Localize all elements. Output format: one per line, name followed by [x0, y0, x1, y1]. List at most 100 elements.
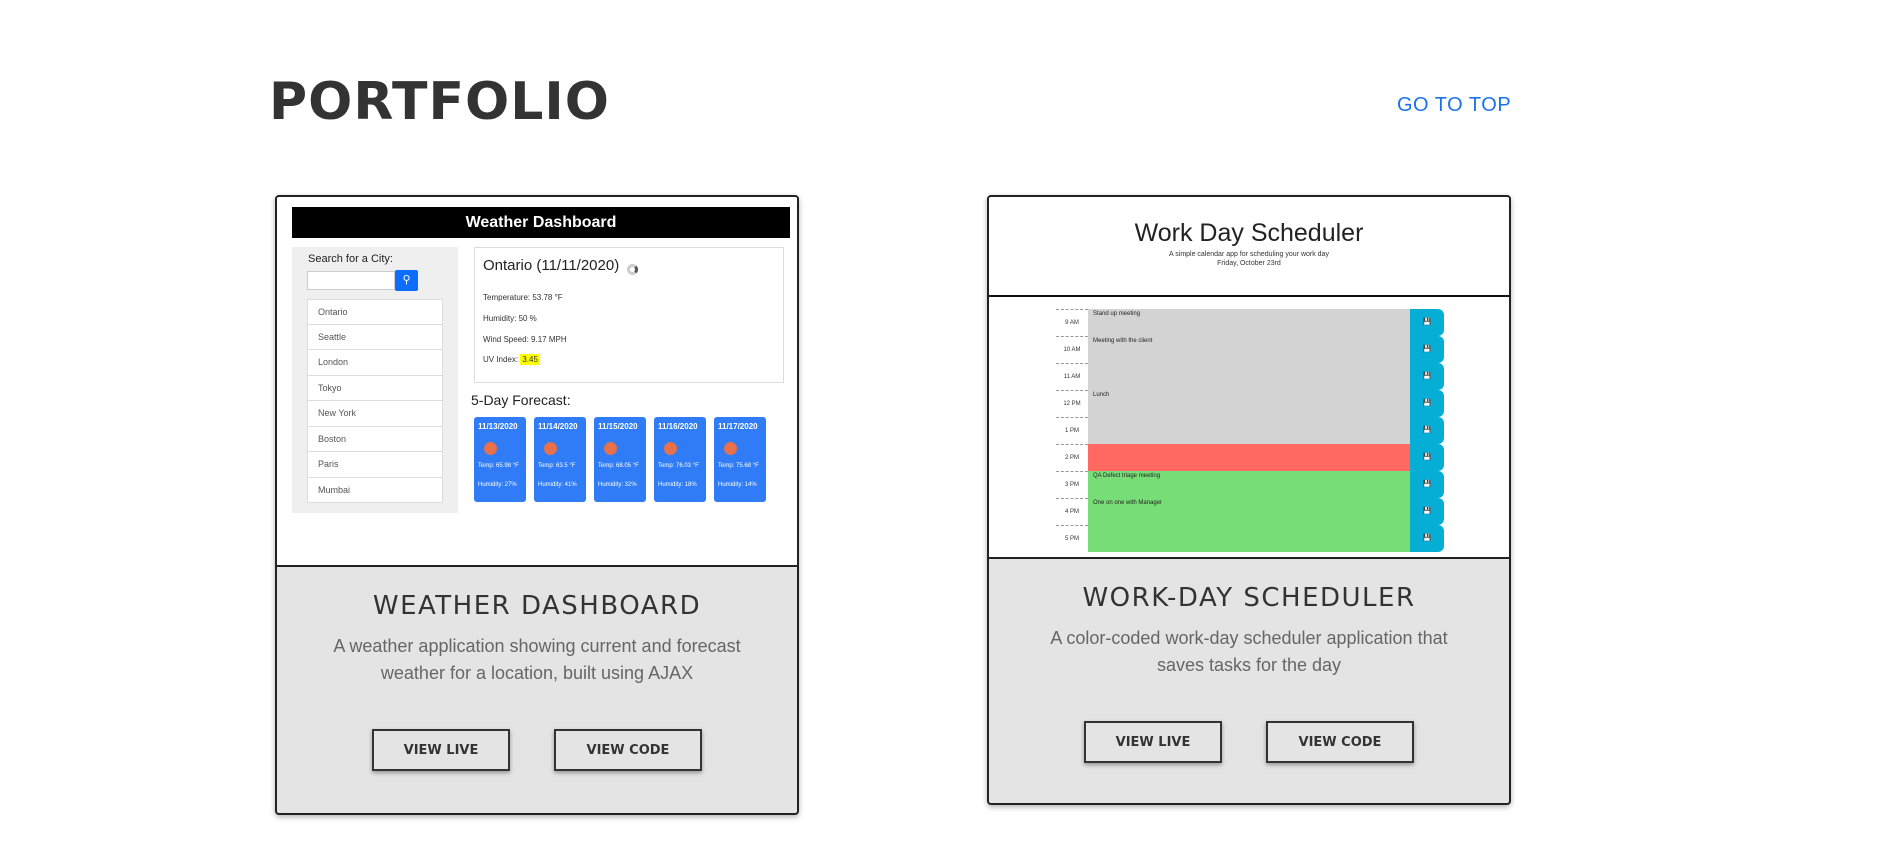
list-item: New York: [307, 401, 443, 427]
time-block-hour: 9 AM: [1056, 309, 1088, 336]
save-icon: 💾: [1410, 417, 1444, 444]
view-code-button[interactable]: VIEW CODE: [1266, 721, 1414, 763]
weather-icon: [664, 442, 677, 455]
time-block-task: Lunch: [1088, 390, 1410, 417]
list-item: Boston: [307, 426, 443, 452]
forecast-card: 11/13/2020 Temp: 65.98 °F Humidity: 27%: [474, 417, 526, 502]
list-item: London: [307, 350, 443, 376]
time-block-row: 3 PM QA Defect triage meeting 💾: [1056, 471, 1444, 498]
forecast-date: 11/15/2020: [598, 422, 638, 431]
scheduler-preview-rows: 9 AM Stand up meeting 💾 10 AM Meeting wi…: [989, 299, 1509, 557]
time-block-row: 2 PM 💾: [1056, 444, 1444, 471]
forecast-date: 11/14/2020: [538, 422, 578, 431]
time-block-row: 1 PM 💾: [1056, 417, 1444, 444]
list-item: Paris: [307, 452, 443, 478]
forecast-date: 11/17/2020: [718, 422, 758, 431]
view-live-button[interactable]: VIEW LIVE: [1084, 721, 1222, 763]
project-description: A color-coded work-day scheduler applica…: [1050, 628, 1448, 675]
time-block-hour: 12 PM: [1056, 390, 1088, 417]
save-icon: 💾: [1410, 498, 1444, 525]
view-code-button[interactable]: VIEW CODE: [554, 729, 702, 771]
time-block-hour: 10 AM: [1056, 336, 1088, 363]
time-block-hour: 11 AM: [1056, 363, 1088, 390]
time-block-row: 10 AM Meeting with the client 💾: [1056, 336, 1444, 363]
list-item: Tokyo: [307, 375, 443, 401]
forecast-card: 11/17/2020 Temp: 75.68 °F Humidity: 14%: [714, 417, 766, 502]
go-to-top-link[interactable]: GO TO TOP: [1397, 94, 1511, 117]
time-block-row: 12 PM Lunch 💾: [1056, 390, 1444, 417]
time-block-task: [1088, 363, 1410, 390]
time-block-row: 5 PM 💾: [1056, 525, 1444, 552]
weather-humidity: Humidity: 50 %: [483, 314, 537, 323]
scheduler-preview-title: Work Day Scheduler: [1134, 219, 1364, 247]
forecast-humidity: Humidity: 18%: [658, 482, 697, 488]
time-block-task: [1088, 417, 1410, 444]
portfolio-page: PORTFOLIO GO TO TOP Weather Dashboard Se…: [0, 0, 1895, 862]
time-block-task: Stand up meeting: [1088, 309, 1410, 336]
forecast-humidity: Humidity: 32%: [598, 482, 637, 488]
page-title: PORTFOLIO: [269, 72, 610, 132]
list-item: Ontario: [307, 299, 443, 325]
forecast-card: 11/14/2020 Temp: 63.5 °F Humidity: 41%: [534, 417, 586, 502]
view-live-button[interactable]: VIEW LIVE: [372, 729, 510, 771]
save-icon: 💾: [1410, 525, 1444, 552]
time-block-hour: 4 PM: [1056, 498, 1088, 525]
time-block-hour: 2 PM: [1056, 444, 1088, 471]
forecast-humidity: Humidity: 27%: [478, 482, 517, 488]
forecast-card: 11/16/2020 Temp: 76.03 °F Humidity: 18%: [654, 417, 706, 502]
scheduler-preview-subtitle: A simple calendar app for scheduling you…: [1169, 251, 1329, 258]
weather-search-label: Search for a City:: [308, 253, 393, 265]
time-block-task: Meeting with the client: [1088, 336, 1410, 363]
time-block-row: 4 PM One on one with Manager 💾: [1056, 498, 1444, 525]
time-block-task: [1088, 444, 1410, 471]
project-title: WEATHER DASHBOARD: [372, 591, 702, 621]
forecast-temp: Temp: 76.03 °F: [658, 463, 699, 469]
save-icon: 💾: [1410, 471, 1444, 498]
time-block-task: One on one with Manager: [1088, 498, 1410, 525]
weather-forecast-title: 5-Day Forecast:: [471, 392, 571, 408]
time-block-hour: 3 PM: [1056, 471, 1088, 498]
forecast-humidity: Humidity: 14%: [718, 482, 757, 488]
time-block-row: 11 AM 💾: [1056, 363, 1444, 390]
time-block-task: QA Defect triage meeting: [1088, 471, 1410, 498]
forecast-card: 11/15/2020 Temp: 68.05 °F Humidity: 32%: [594, 417, 646, 502]
save-icon: 💾: [1410, 444, 1444, 471]
project-actions: VIEW LIVE VIEW CODE: [277, 729, 797, 771]
weather-uv-row: UV Index: 3.45: [483, 354, 540, 365]
project-title: WORK-DAY SCHEDULER: [1082, 583, 1416, 613]
forecast-humidity: Humidity: 41%: [538, 482, 577, 488]
scheduler-preview-header: Work Day Scheduler A simple calendar app…: [989, 197, 1509, 297]
weather-uv-label: UV Index:: [483, 355, 519, 364]
project-card-weather: Weather Dashboard Search for a City: ⚲ O…: [275, 195, 799, 815]
scheduler-preview-date: Friday, October 23rd: [1217, 260, 1281, 267]
weather-icon: [604, 442, 617, 455]
save-icon: 💾: [1410, 390, 1444, 417]
project-card-scheduler: Work Day Scheduler A simple calendar app…: [987, 195, 1511, 805]
search-icon: ⚲: [395, 270, 418, 291]
weather-preview-header: Weather Dashboard: [292, 207, 790, 238]
weather-uv-value: 3.45: [520, 354, 540, 365]
project-description: A weather application showing current an…: [333, 636, 741, 683]
forecast-temp: Temp: 75.68 °F: [718, 463, 759, 469]
forecast-date: 11/16/2020: [658, 422, 698, 431]
weather-temperature: Temperature: 53.78 °F: [483, 293, 563, 302]
forecast-date: 11/13/2020: [478, 422, 518, 431]
save-icon: 💾: [1410, 363, 1444, 390]
weather-current-city: Ontario (11/11/2020): [483, 257, 620, 274]
forecast-temp: Temp: 68.05 °F: [598, 463, 639, 469]
time-block-task: [1088, 525, 1410, 552]
weather-icon: [724, 442, 737, 455]
project-actions: VIEW LIVE VIEW CODE: [989, 721, 1509, 763]
save-icon: 💾: [1410, 336, 1444, 363]
forecast-temp: Temp: 63.5 °F: [538, 463, 576, 469]
weather-preview-sidebar: Search for a City: ⚲ Ontario Seattle Lon…: [292, 247, 458, 513]
time-block-row: 9 AM Stand up meeting 💾: [1056, 309, 1444, 336]
save-icon: 💾: [1410, 309, 1444, 336]
weather-current-panel: Ontario (11/11/2020) Temperature: 53.78 …: [474, 247, 784, 383]
forecast-temp: Temp: 65.98 °F: [478, 463, 519, 469]
time-block-hour: 1 PM: [1056, 417, 1088, 444]
project-preview-weather[interactable]: Weather Dashboard Search for a City: ⚲ O…: [277, 197, 797, 567]
time-block-hour: 5 PM: [1056, 525, 1088, 552]
list-item: Mumbai: [307, 477, 443, 503]
project-preview-scheduler[interactable]: Work Day Scheduler A simple calendar app…: [989, 197, 1509, 559]
